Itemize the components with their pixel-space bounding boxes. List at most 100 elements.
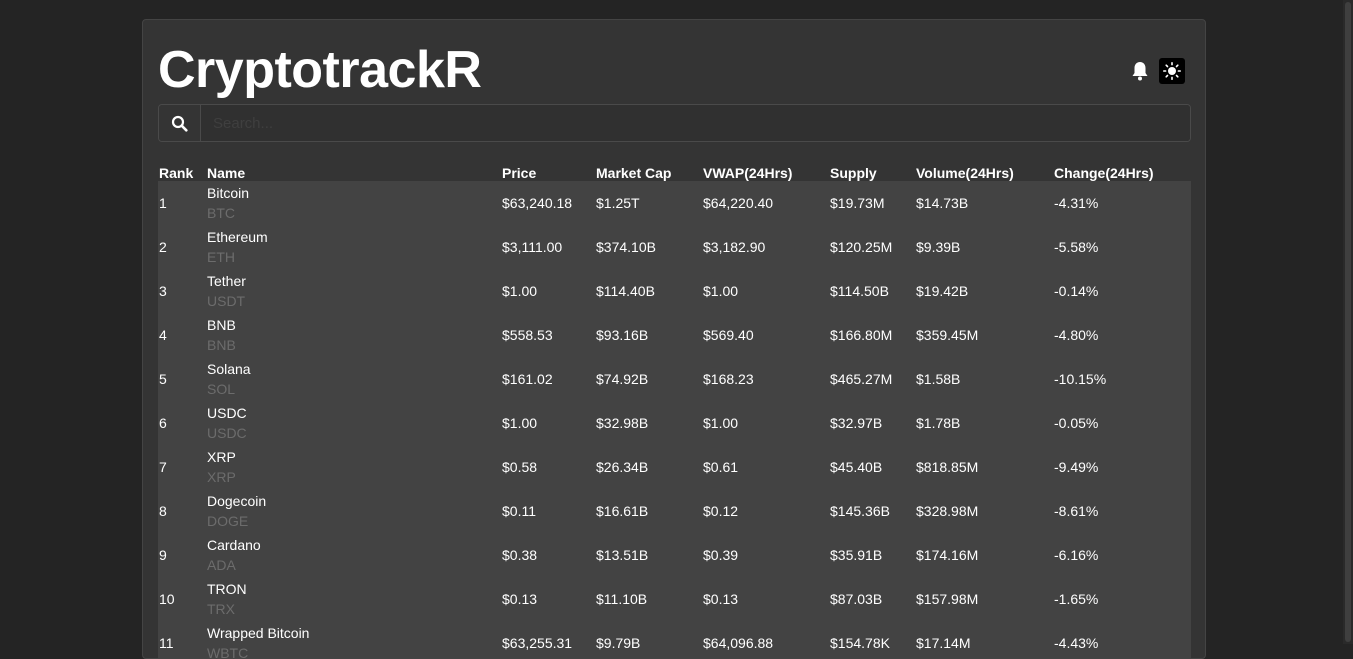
market-cap-cell: $374.10B: [596, 239, 656, 255]
table-row[interactable]: 7 XRP XRP $0.58 $26.34B $0.61 $45.40B $81…: [158, 445, 1191, 489]
header-name[interactable]: Name: [206, 159, 501, 181]
table-row[interactable]: 10 TRON TRX $0.13 $11.10B $0.13 $87.03B $…: [158, 577, 1191, 621]
coin-symbol: TRX: [207, 601, 235, 617]
coin-name: Ethereum: [207, 229, 268, 245]
supply-cell: $120.25M: [830, 239, 893, 255]
rank-cell: 10: [159, 591, 175, 607]
volume-cell: $174.16M: [916, 547, 979, 563]
volume-cell: $1.58B: [916, 371, 961, 387]
rank-cell: 6: [159, 415, 167, 431]
volume-cell: $14.73B: [916, 195, 969, 211]
header-market-cap[interactable]: Market Cap: [595, 159, 702, 181]
notifications-button[interactable]: [1127, 58, 1153, 84]
coin-name: USDC: [207, 405, 247, 421]
change-cell: -6.16%: [1054, 547, 1099, 563]
table-row[interactable]: 4 BNB BNB $558.53 $93.16B $569.40 $166.80…: [158, 313, 1191, 357]
coin-symbol: BTC: [207, 205, 235, 221]
coin-symbol: WBTC: [207, 645, 249, 659]
coin-symbol: SOL: [207, 381, 236, 397]
search-bar: [158, 104, 1191, 142]
market-cap-cell: $1.25T: [596, 195, 640, 211]
volume-cell: $328.98M: [916, 503, 979, 519]
volume-cell: $818.85M: [916, 459, 979, 475]
table-row[interactable]: 5 Solana SOL $161.02 $74.92B $168.23 $465…: [158, 357, 1191, 401]
volume-cell: $9.39B: [916, 239, 961, 255]
supply-cell: $32.97B: [830, 415, 883, 431]
vwap-cell: $1.00: [703, 283, 739, 299]
rank-cell: 11: [159, 635, 174, 651]
search-button[interactable]: [159, 105, 201, 141]
app-card: CryptotrackR Search... Rank Name Price M…: [142, 19, 1206, 659]
theme-toggle-button[interactable]: [1159, 58, 1185, 84]
header-price[interactable]: Price: [501, 159, 595, 181]
table-row[interactable]: 6 USDC USDC $1.00 $32.98B $1.00 $32.97B $…: [158, 401, 1191, 445]
coin-symbol: USDT: [207, 293, 246, 309]
rank-cell: 7: [159, 459, 167, 475]
header-change[interactable]: Change(24Hrs): [1053, 159, 1191, 181]
table-row[interactable]: 9 Cardano ADA $0.38 $13.51B $0.39 $35.91B…: [158, 533, 1191, 577]
table-row[interactable]: 1 Bitcoin BTC $63,240.18 $1.25T $64,220.4…: [158, 181, 1191, 225]
rank-cell: 2: [159, 239, 167, 255]
price-cell: $1.00: [502, 415, 538, 431]
change-cell: -8.61%: [1054, 503, 1099, 519]
supply-cell: $35.91B: [830, 547, 883, 563]
table-row[interactable]: 2 Ethereum ETH $3,111.00 $374.10B $3,182.…: [158, 225, 1191, 269]
coin-name: Tether: [207, 273, 246, 289]
supply-cell: $114.50B: [830, 283, 889, 299]
header-volume[interactable]: Volume(24Hrs): [915, 159, 1053, 181]
market-cap-cell: $13.51B: [596, 547, 649, 563]
market-cap-cell: $26.34B: [596, 459, 649, 475]
vwap-cell: $3,182.90: [703, 239, 766, 255]
header-actions: [1127, 58, 1185, 84]
bell-icon: [1132, 62, 1148, 81]
coin-symbol: USDC: [207, 425, 247, 441]
supply-cell: $154.78K: [830, 635, 890, 651]
header-supply[interactable]: Supply: [829, 159, 915, 181]
change-cell: -10.15%: [1054, 371, 1107, 387]
vwap-cell: $168.23: [703, 371, 754, 387]
supply-cell: $145.36B: [830, 503, 890, 519]
volume-cell: $17.14M: [916, 635, 971, 651]
vwap-cell: $64,220.40: [703, 195, 774, 211]
market-cap-cell: $93.16B: [596, 327, 649, 343]
name-cell: Bitcoin BTC: [206, 181, 501, 225]
rank-cell: 9: [159, 547, 167, 563]
rank-cell: 8: [159, 503, 167, 519]
supply-cell: $166.80M: [830, 327, 893, 343]
name-cell: Dogecoin DOGE: [206, 489, 501, 533]
name-cell: USDC USDC: [206, 401, 501, 445]
price-cell: $0.58: [502, 459, 538, 475]
market-cap-cell: $11.10B: [596, 591, 648, 607]
header-rank[interactable]: Rank: [158, 159, 206, 181]
change-cell: -4.80%: [1054, 327, 1099, 343]
table-row[interactable]: 8 Dogecoin DOGE $0.11 $16.61B $0.12 $145.…: [158, 489, 1191, 533]
coin-name: Cardano: [207, 537, 261, 553]
rank-cell: 4: [159, 327, 167, 343]
coin-symbol: ADA: [207, 557, 236, 573]
header-vwap[interactable]: VWAP(24Hrs): [702, 159, 829, 181]
search-input[interactable]: [201, 105, 1190, 141]
price-cell: $0.13: [502, 591, 538, 607]
app-title: CryptotrackR: [158, 41, 482, 99]
change-cell: -1.65%: [1054, 591, 1099, 607]
table-row[interactable]: 3 Tether USDT $1.00 $114.40B $1.00 $114.5…: [158, 269, 1191, 313]
supply-cell: $45.40B: [830, 459, 883, 475]
change-cell: -9.49%: [1054, 459, 1099, 475]
vwap-cell: $569.40: [703, 327, 754, 343]
change-cell: -5.58%: [1054, 239, 1099, 255]
vwap-cell: $64,096.88: [703, 635, 774, 651]
coin-symbol: DOGE: [207, 513, 249, 529]
name-cell: Ethereum ETH: [206, 225, 501, 269]
change-cell: -0.14%: [1054, 283, 1099, 299]
volume-cell: $1.78B: [916, 415, 961, 431]
coin-name: BNB: [207, 317, 236, 333]
vwap-cell: $0.61: [703, 459, 739, 475]
table-row[interactable]: 11 Wrapped Bitcoin WBTC $63,255.31 $9.79B…: [158, 621, 1191, 659]
coin-symbol: ETH: [207, 249, 235, 265]
market-cap-cell: $74.92B: [596, 371, 649, 387]
volume-cell: $19.42B: [916, 283, 969, 299]
page-scrollbar[interactable]: [1343, 0, 1353, 644]
change-cell: -0.05%: [1054, 415, 1099, 431]
price-cell: $63,255.31: [502, 635, 573, 651]
scrollbar-thumb[interactable]: [1345, 2, 1351, 642]
